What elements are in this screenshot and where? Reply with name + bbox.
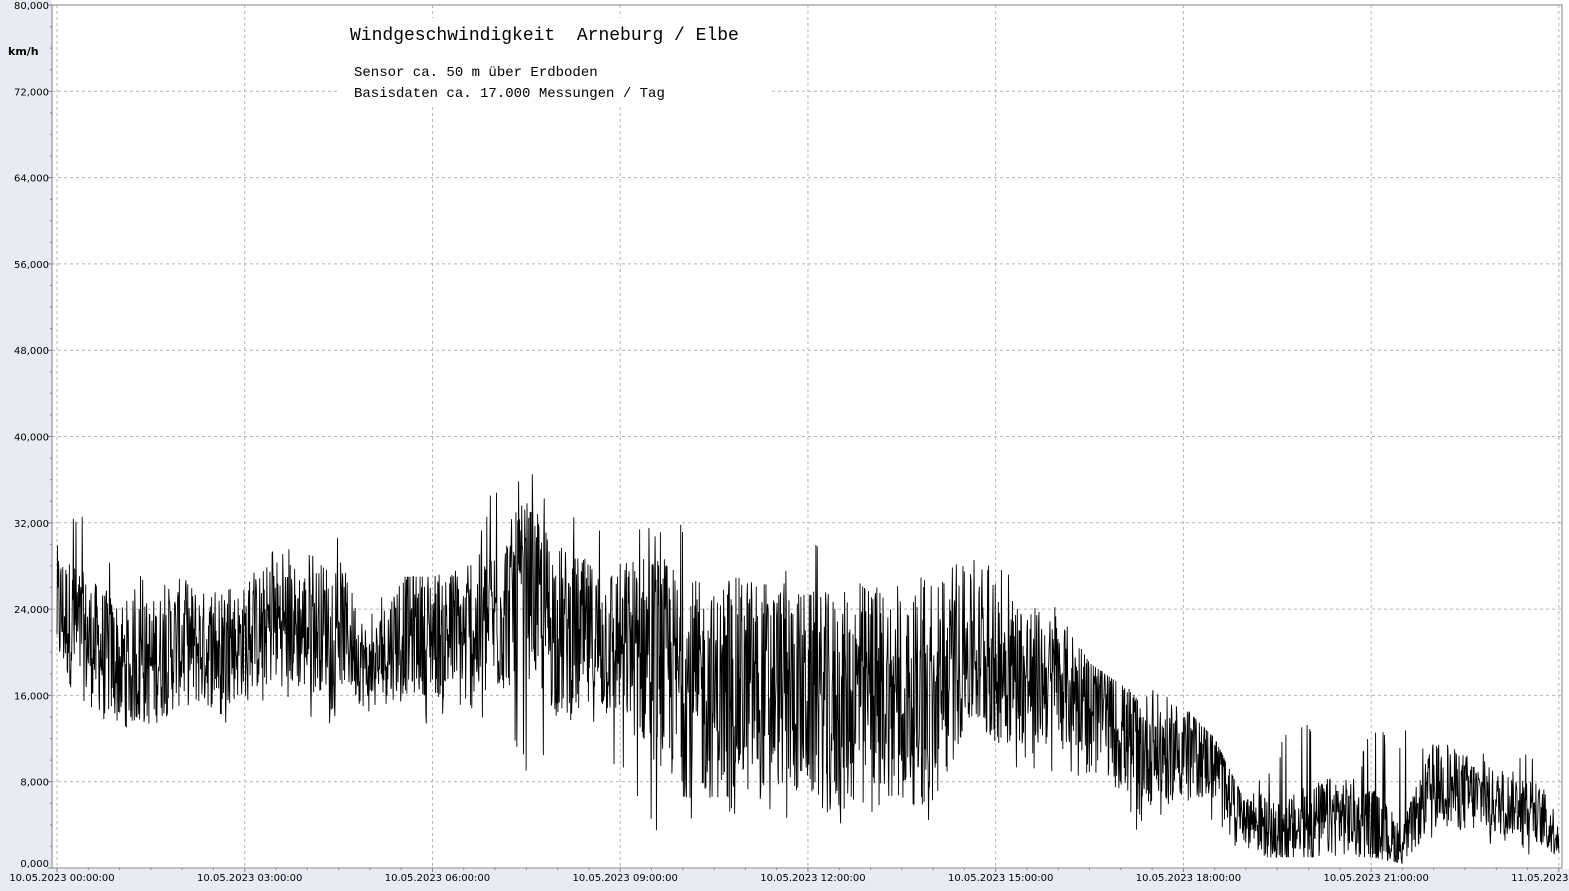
- chart-subtitle-line-1: Sensor ca. 50 m über Erdboden: [354, 65, 598, 81]
- x-tick-label: 10.05.2023 09:00:00: [573, 873, 678, 884]
- y-tick-label: 48,000: [14, 346, 49, 357]
- x-tick-label: 10.05.2023 03:00:00: [197, 873, 302, 884]
- chart-container: 0,000 8,000 16,000 24,000 32,000 40,000 48,000…: [0, 0, 1569, 891]
- y-tick-label: 80,000: [14, 1, 49, 12]
- y-tick-label: 40,000: [14, 433, 49, 444]
- chart-subtitle-line-2: Basisdaten ca. 17.000 Messungen / Tag: [354, 86, 665, 102]
- chart-title: Windgeschwindigkeit Arneburg / Elbe: [350, 26, 739, 46]
- x-tick-label: 10.05.2023 06:00:00: [385, 873, 490, 884]
- y-tick-label: 16,000: [14, 691, 49, 702]
- y-axis-unit: km/h: [8, 45, 39, 58]
- y-tick-label: 32,000: [14, 519, 49, 530]
- y-tick-label: 24,000: [14, 605, 49, 616]
- y-tick-label: 72,000: [14, 87, 49, 98]
- left-margin-band: [0, 0, 52, 891]
- x-tick-label: 10.05.2023 00:00:00: [9, 873, 114, 884]
- x-tick-label: 10.05.2023 18:00:00: [1136, 873, 1241, 884]
- x-tick-label: 10.05.2023 12:00:00: [760, 873, 865, 884]
- x-tick-label: 10.05.2023 15:00:00: [948, 873, 1053, 884]
- y-tick-label: 64,000: [14, 174, 49, 185]
- wind-speed-chart: 0,000 8,000 16,000 24,000 32,000 40,000 48,000…: [0, 0, 1569, 891]
- y-tick-label: 0,000: [20, 859, 49, 870]
- x-tick-label: 11.05.2023 00:00:00: [1511, 873, 1569, 884]
- x-tick-label: 10.05.2023 21:00:00: [1323, 873, 1428, 884]
- y-tick-label: 8,000: [20, 778, 49, 789]
- y-tick-label: 56,000: [14, 260, 49, 271]
